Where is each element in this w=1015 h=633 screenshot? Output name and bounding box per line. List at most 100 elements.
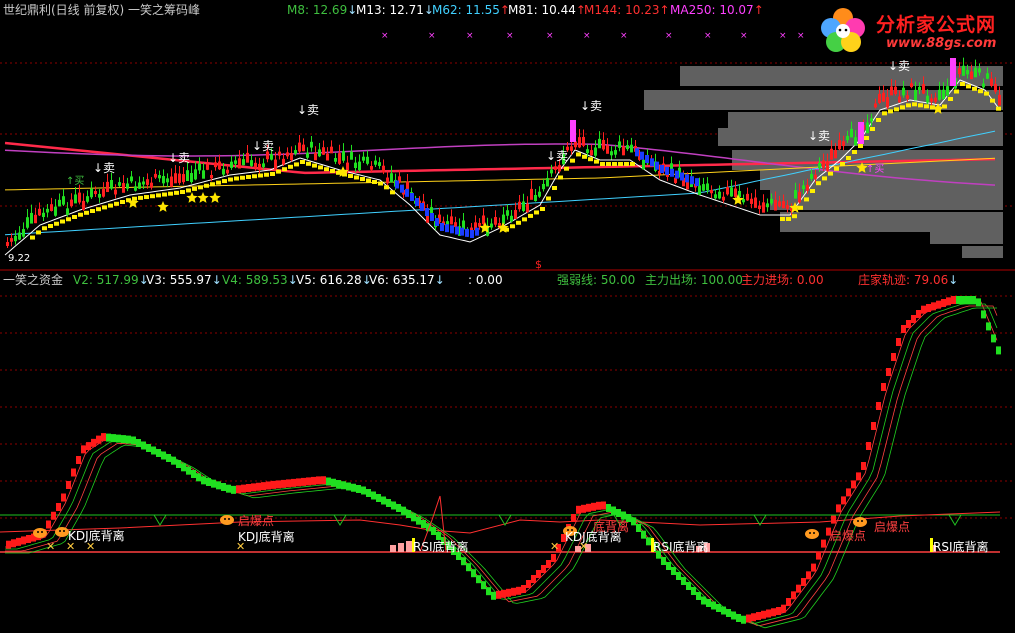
candle-body xyxy=(254,162,257,168)
candle-body xyxy=(834,150,837,159)
candle-body xyxy=(490,223,493,228)
candle-body xyxy=(626,145,629,150)
candle-body xyxy=(838,140,841,150)
candle-body xyxy=(746,193,749,201)
trend-block xyxy=(270,172,275,176)
candle-body xyxy=(986,73,989,79)
candle-body xyxy=(234,160,237,164)
trend-block xyxy=(150,194,155,199)
indicator-m8: M8: 12.69↓ xyxy=(287,3,358,17)
trend-block-blue xyxy=(665,166,669,175)
indicator-dealer-track: 庄家轨迹: 79.06↓ xyxy=(858,273,959,287)
trend-block xyxy=(174,190,179,195)
oscillator-block xyxy=(986,322,991,331)
candle-body xyxy=(630,144,633,153)
candle-body xyxy=(510,215,513,222)
candle-body xyxy=(6,242,9,246)
candle-body xyxy=(146,179,149,185)
strength-notch xyxy=(948,514,962,526)
start-point-label: 启爆点 xyxy=(238,514,275,528)
oscillator-block xyxy=(706,599,711,607)
trend-block xyxy=(60,219,65,224)
oscillator-block xyxy=(486,587,491,596)
candle-body xyxy=(282,158,285,165)
oscillator-block xyxy=(546,560,551,568)
oscillator-block xyxy=(686,582,691,590)
oscillator-block xyxy=(261,482,266,491)
oscillator-block xyxy=(231,485,236,494)
oscillator-block xyxy=(16,537,21,546)
candle-body xyxy=(62,196,65,205)
candle-body xyxy=(182,174,185,183)
oscillator-block xyxy=(716,604,721,612)
oscillator-block xyxy=(106,433,111,442)
oscillator-block xyxy=(196,473,201,482)
oscillator-block xyxy=(506,588,511,597)
candle-body xyxy=(546,178,549,187)
candle-body xyxy=(286,152,289,157)
indicator-panel-header: 一笑之资金 V2: 517.99↓ V3: 555.97↓ V4: 589.53… xyxy=(0,272,1015,288)
candle-body xyxy=(906,95,909,99)
oscillator-block xyxy=(526,580,531,588)
trend-block xyxy=(540,207,545,211)
oscillator-block xyxy=(661,557,666,565)
candle-body xyxy=(98,193,101,198)
trend-block-blue xyxy=(440,223,444,231)
trend-block-blue xyxy=(455,226,459,235)
candle-body xyxy=(314,152,317,161)
candle-body xyxy=(382,165,385,173)
oscillator-block xyxy=(71,468,76,477)
trend-block xyxy=(114,201,119,206)
oscillator-block xyxy=(166,454,171,462)
oscillator-block xyxy=(286,479,291,488)
candle-body xyxy=(594,147,597,156)
oscillator-block xyxy=(896,338,901,346)
candle-body xyxy=(218,161,221,170)
indicator-v5: V5: 616.28↓ xyxy=(296,273,372,287)
candle-body xyxy=(358,161,361,171)
site-logo[interactable]: 分析家公式网 www.88gs.com xyxy=(816,4,1012,54)
face-icon-eye xyxy=(63,530,65,532)
candle-body xyxy=(578,137,581,148)
candle-body xyxy=(726,187,729,195)
x-marker: × xyxy=(704,31,712,41)
trend-block xyxy=(282,167,287,172)
trend-block xyxy=(234,176,239,181)
candle-body xyxy=(890,86,893,96)
trend-block xyxy=(276,169,281,174)
trend-block xyxy=(42,226,47,231)
oscillator-block xyxy=(511,587,516,596)
candle-body xyxy=(502,214,505,224)
oscillator-block xyxy=(421,520,426,528)
candle-body xyxy=(170,176,173,187)
oscillator-block xyxy=(726,609,731,617)
trend-block-blue xyxy=(420,203,424,211)
trend-block xyxy=(588,157,593,162)
oscillator-block xyxy=(211,479,216,488)
trend-block xyxy=(894,107,899,112)
oscillator-block xyxy=(801,578,806,586)
oscillator-block xyxy=(806,571,811,580)
trend-block-blue xyxy=(650,158,654,167)
candle-body xyxy=(706,183,709,191)
candle-body xyxy=(582,136,585,146)
oscillator-block xyxy=(381,496,386,505)
candle-body xyxy=(826,161,829,171)
rsi-bar xyxy=(398,543,404,552)
indicator-main-entry: 主力进场: 0.00 xyxy=(741,273,824,287)
oscillator-block xyxy=(126,435,131,444)
oscillator-block xyxy=(171,456,176,465)
trend-block xyxy=(66,217,71,222)
trend-block-blue xyxy=(680,172,684,181)
face-icon-eye xyxy=(41,531,43,533)
candle-body xyxy=(506,210,509,216)
candle-body xyxy=(178,173,181,183)
oscillator-block xyxy=(831,515,836,524)
candle-body xyxy=(42,212,45,218)
face-icon-eye xyxy=(813,532,815,534)
candle-body xyxy=(518,201,521,210)
oscillator-block xyxy=(771,608,776,617)
trend-block-blue xyxy=(645,155,649,163)
oscillator-block xyxy=(146,444,151,452)
candle-body xyxy=(618,141,621,148)
